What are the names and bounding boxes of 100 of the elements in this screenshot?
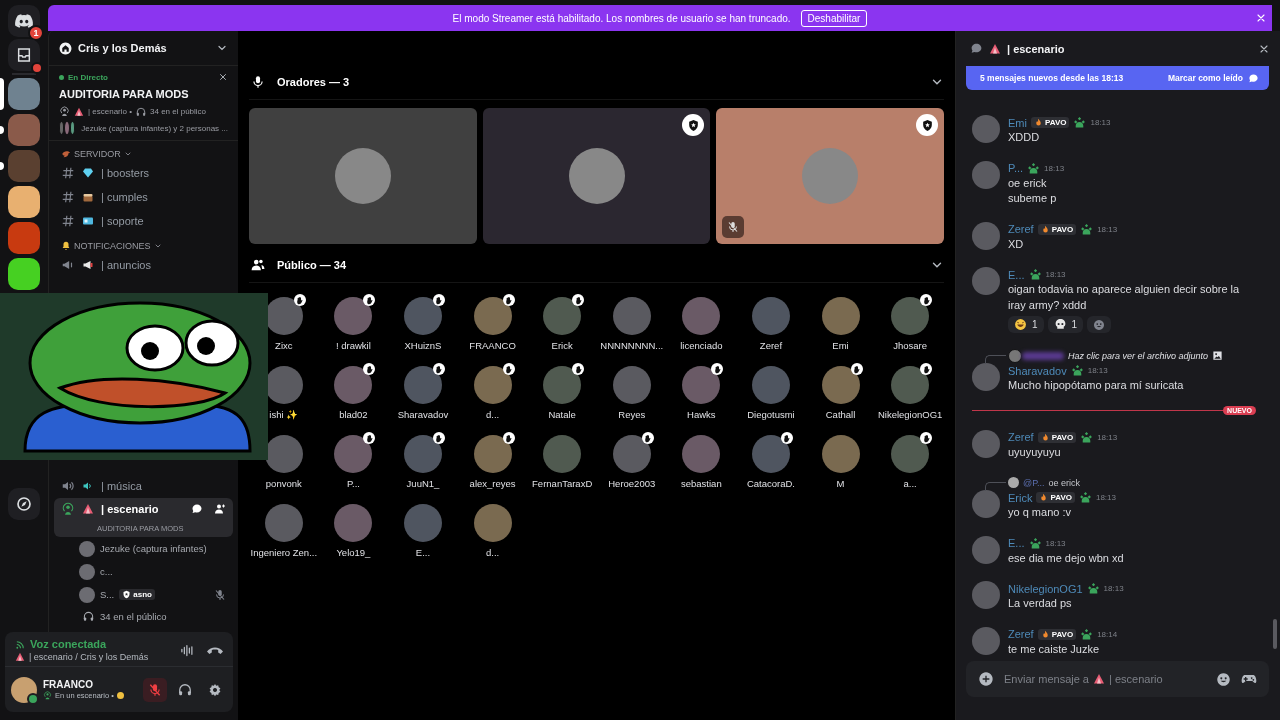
- channel-item[interactable]: | música: [49, 474, 238, 498]
- attach-button[interactable]: [978, 671, 994, 687]
- waveform-icon: [180, 642, 195, 658]
- inbox-button[interactable]: [8, 39, 40, 71]
- avatar[interactable]: [543, 366, 582, 404]
- avatar[interactable]: [751, 435, 790, 473]
- username[interactable]: Zeref: [1008, 628, 1034, 640]
- username: FRAANCO: [43, 679, 94, 690]
- avatar[interactable]: [404, 366, 442, 404]
- channel-item[interactable]: | anuncios: [49, 253, 238, 277]
- timestamp: 18:14: [1097, 629, 1118, 639]
- username[interactable]: NikelegionOG1: [1008, 582, 1083, 595]
- reply-preview[interactable]: oe erick: [1048, 477, 1080, 488]
- fire-icon: [1033, 118, 1043, 127]
- category-header[interactable]: NOTIFICACIONES: [49, 236, 238, 253]
- audience-name: Hawks: [687, 409, 716, 420]
- username[interactable]: Sharavadov: [1008, 364, 1067, 377]
- audience-name: Erick: [551, 340, 573, 351]
- message-text: subeme p: [1008, 191, 1058, 206]
- audience-name: NikelegionOG1: [877, 409, 943, 420]
- reply-preview[interactable]: Haz clic para ver el archivo adjunto: [1068, 350, 1209, 361]
- user-avatar[interactable]: [11, 676, 37, 703]
- role-icon: [1027, 161, 1041, 175]
- gem-icon: [82, 167, 94, 179]
- chevron-icon: [123, 150, 132, 158]
- home-button[interactable]: 1: [8, 5, 40, 37]
- category-header[interactable]: SERVIDOR: [49, 144, 238, 161]
- add-reaction-button[interactable]: [1087, 316, 1112, 333]
- audience-name: Reyes: [618, 409, 646, 420]
- avatar[interactable]: [334, 297, 373, 335]
- server-icon[interactable]: [8, 78, 40, 110]
- server-icon[interactable]: [8, 186, 40, 218]
- role-icon: [1080, 430, 1094, 444]
- disconnect-button[interactable]: [207, 646, 223, 654]
- role-tag: PAVO: [1037, 223, 1077, 235]
- stage-icon: [61, 502, 75, 516]
- audience-name: P...: [346, 478, 360, 489]
- speaker-tile[interactable]: [482, 108, 711, 244]
- channel-item[interactable]: | boosters: [49, 161, 238, 185]
- fire-icon: [1040, 432, 1050, 442]
- avatar[interactable]: [821, 366, 860, 404]
- avatar[interactable]: [404, 435, 442, 473]
- username[interactable]: Zeref: [1008, 223, 1034, 235]
- avatar[interactable]: [891, 366, 930, 404]
- avatar[interactable]: [891, 297, 930, 335]
- server-icon[interactable]: [8, 258, 40, 290]
- audience-name: sebastian: [681, 478, 722, 489]
- invite-button[interactable]: [214, 503, 226, 515]
- avatar[interactable]: [543, 297, 582, 335]
- audience-name: NNNNNNNN...: [600, 340, 664, 351]
- avatar[interactable]: [473, 297, 512, 335]
- close-button[interactable]: [1255, 12, 1267, 24]
- role-tag: PAVO: [1037, 628, 1077, 640]
- reply-mention[interactable]: @P...: [1023, 477, 1045, 488]
- member-name[interactable]: Jezuke (captura infantes): [100, 543, 207, 554]
- username[interactable]: Zeref: [1008, 431, 1034, 443]
- participants-text: Jezuke (captura infantes) y 2 personas ...: [81, 123, 228, 133]
- avatar[interactable]: [334, 435, 373, 473]
- emoji-button[interactable]: [1216, 671, 1231, 687]
- channel-item[interactable]: | soporte: [49, 209, 238, 233]
- username[interactable]: Emi: [1008, 116, 1027, 129]
- disable-button[interactable]: Deshabilitar: [800, 9, 868, 27]
- member-name[interactable]: S...: [100, 589, 115, 600]
- avatar[interactable]: [473, 435, 512, 473]
- speaker-tile[interactable]: [249, 108, 477, 244]
- avatar[interactable]: [334, 366, 373, 404]
- channel-item[interactable]: | cumples: [49, 185, 238, 209]
- discover-button[interactable]: [8, 488, 40, 520]
- microphone-button[interactable]: [143, 677, 167, 702]
- audience-name: Heroe2003: [608, 478, 656, 489]
- username[interactable]: E...: [1008, 537, 1025, 549]
- soundboard-button[interactable]: [180, 642, 195, 658]
- username[interactable]: Erick: [1008, 491, 1033, 504]
- message-field[interactable]: Enviar mensaje a | escenario: [966, 661, 1269, 697]
- audience-name: JuuN1_: [406, 478, 440, 489]
- mark-as-read-button[interactable]: Marcar como leído: [1167, 72, 1259, 84]
- role-icon: [1028, 536, 1042, 550]
- role-tag: PAVO: [1030, 117, 1070, 128]
- tent-icon: [1093, 673, 1105, 685]
- role-icon: [1028, 268, 1042, 281]
- avatar[interactable]: [891, 435, 930, 473]
- avatar[interactable]: [682, 366, 721, 404]
- chat-button[interactable]: [191, 503, 203, 515]
- avatar[interactable]: [473, 366, 512, 404]
- hidden-mention: [1022, 351, 1064, 360]
- card-icon: [82, 215, 94, 227]
- scrollbar[interactable]: [1273, 619, 1277, 649]
- speaker-icon: [61, 479, 75, 493]
- voice-location[interactable]: | escenario / Cris y los Demás: [29, 652, 149, 662]
- reaction-button[interactable]: 1: [1008, 316, 1044, 333]
- member-name[interactable]: c...: [100, 566, 113, 577]
- avatar[interactable]: [612, 435, 651, 473]
- reaction-button[interactable]: 1: [1047, 316, 1084, 333]
- role-icon: [1080, 627, 1094, 641]
- avatar[interactable]: [404, 297, 442, 335]
- close-button[interactable]: [218, 72, 228, 82]
- username[interactable]: E...: [1008, 268, 1025, 281]
- username[interactable]: P...: [1008, 162, 1024, 174]
- role-icon: [1070, 364, 1084, 377]
- speaker-tile[interactable]: [716, 108, 944, 244]
